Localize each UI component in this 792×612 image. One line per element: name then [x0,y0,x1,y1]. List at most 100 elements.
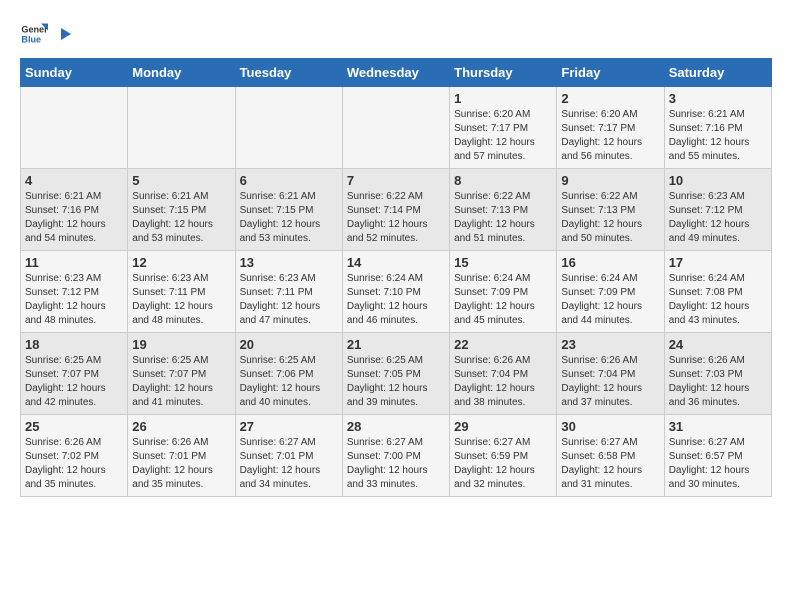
calendar-week-3: 11Sunrise: 6:23 AM Sunset: 7:12 PM Dayli… [21,251,772,333]
calendar-week-5: 25 Sunrise: 6:26 AM Sunset: 7:02 PM Dayli… [21,415,772,497]
calendar-cell: 9Sunrise: 6:22 AM Sunset: 7:13 PM Daylig… [557,169,664,251]
calendar-cell: 20 Sunrise: 6:25 AM Sunset: 7:06 PM Dayli… [235,333,342,415]
calendar-cell [21,87,128,169]
day-number: 31 [669,419,767,434]
day-number: 28 [347,419,445,434]
calendar-cell [342,87,449,169]
calendar-cell: 17Sunrise: 6:24 AM Sunset: 7:08 PM Dayli… [664,251,771,333]
day-number: 20 [240,337,338,352]
day-info: Sunrise: 6:25 AM Sunset: 7:07 PM Dayligh… [25,354,123,410]
calendar-cell: 14Sunrise: 6:24 AM Sunset: 7:10 PM Dayli… [342,251,449,333]
day-info: Sunrise: 6:23 AM Sunset: 7:12 PM Dayligh… [25,272,123,328]
calendar-week-1: 1Sunrise: 6:20 AM Sunset: 7:17 PM Daylig… [21,87,772,169]
calendar-cell: 11Sunrise: 6:23 AM Sunset: 7:12 PM Dayli… [21,251,128,333]
day-number: 13 [240,255,338,270]
day-info: Sunrise: 6:26 AM Sunset: 7:04 PM Dayligh… [561,354,659,410]
day-info: Sunrise: 6:22 AM Sunset: 7:13 PM Dayligh… [561,190,659,246]
header-day-saturday: Saturday [664,59,771,87]
day-number: 7 [347,173,445,188]
day-info: Sunrise: 6:27 AM Sunset: 7:01 PM Dayligh… [240,436,338,492]
day-number: 22 [454,337,552,352]
calendar-cell: 12Sunrise: 6:23 AM Sunset: 7:11 PM Dayli… [128,251,235,333]
day-info: Sunrise: 6:23 AM Sunset: 7:12 PM Dayligh… [669,190,767,246]
day-number: 24 [669,337,767,352]
day-number: 26 [132,419,230,434]
calendar-cell: 6 Sunrise: 6:21 AM Sunset: 7:15 PM Daylig… [235,169,342,251]
day-number: 27 [240,419,338,434]
calendar-cell: 10 Sunrise: 6:23 AM Sunset: 7:12 PM Dayli… [664,169,771,251]
calendar-cell: 8 Sunrise: 6:22 AM Sunset: 7:13 PM Daylig… [450,169,557,251]
calendar-cell: 25 Sunrise: 6:26 AM Sunset: 7:02 PM Dayli… [21,415,128,497]
calendar-cell: 27 Sunrise: 6:27 AM Sunset: 7:01 PM Dayli… [235,415,342,497]
day-number: 5 [132,173,230,188]
day-info: Sunrise: 6:27 AM Sunset: 6:58 PM Dayligh… [561,436,659,492]
day-info: Sunrise: 6:20 AM Sunset: 7:17 PM Dayligh… [454,108,552,164]
day-number: 23 [561,337,659,352]
header-row: SundayMondayTuesdayWednesdayThursdayFrid… [21,59,772,87]
day-info: Sunrise: 6:27 AM Sunset: 6:59 PM Dayligh… [454,436,552,492]
calendar-week-2: 4 Sunrise: 6:21 AM Sunset: 7:16 PM Daylig… [21,169,772,251]
calendar-cell: 4 Sunrise: 6:21 AM Sunset: 7:16 PM Daylig… [21,169,128,251]
day-info: Sunrise: 6:21 AM Sunset: 7:16 PM Dayligh… [669,108,767,164]
day-number: 2 [561,91,659,106]
day-info: Sunrise: 6:21 AM Sunset: 7:15 PM Dayligh… [240,190,338,246]
day-number: 15 [454,255,552,270]
day-info: Sunrise: 6:23 AM Sunset: 7:11 PM Dayligh… [132,272,230,328]
day-number: 4 [25,173,123,188]
day-number: 6 [240,173,338,188]
calendar-cell: 31 Sunrise: 6:27 AM Sunset: 6:57 PM Dayli… [664,415,771,497]
day-info: Sunrise: 6:25 AM Sunset: 7:05 PM Dayligh… [347,354,445,410]
calendar-cell: 28 Sunrise: 6:27 AM Sunset: 7:00 PM Dayli… [342,415,449,497]
day-number: 8 [454,173,552,188]
day-number: 10 [669,173,767,188]
header-day-monday: Monday [128,59,235,87]
day-number: 25 [25,419,123,434]
svg-text:Blue: Blue [21,34,41,44]
calendar-cell: 30 Sunrise: 6:27 AM Sunset: 6:58 PM Dayli… [557,415,664,497]
day-info: Sunrise: 6:22 AM Sunset: 7:14 PM Dayligh… [347,190,445,246]
day-info: Sunrise: 6:21 AM Sunset: 7:16 PM Dayligh… [25,190,123,246]
day-info: Sunrise: 6:27 AM Sunset: 7:00 PM Dayligh… [347,436,445,492]
day-number: 30 [561,419,659,434]
calendar-cell: 19 Sunrise: 6:25 AM Sunset: 7:07 PM Dayli… [128,333,235,415]
calendar-table: SundayMondayTuesdayWednesdayThursdayFrid… [20,58,772,497]
calendar-cell: 3Sunrise: 6:21 AM Sunset: 7:16 PM Daylig… [664,87,771,169]
day-number: 21 [347,337,445,352]
day-number: 18 [25,337,123,352]
day-info: Sunrise: 6:21 AM Sunset: 7:15 PM Dayligh… [132,190,230,246]
day-number: 16 [561,255,659,270]
day-info: Sunrise: 6:22 AM Sunset: 7:13 PM Dayligh… [454,190,552,246]
header-day-tuesday: Tuesday [235,59,342,87]
calendar-cell: 18 Sunrise: 6:25 AM Sunset: 7:07 PM Dayli… [21,333,128,415]
day-info: Sunrise: 6:24 AM Sunset: 7:09 PM Dayligh… [561,272,659,328]
calendar-cell: 1Sunrise: 6:20 AM Sunset: 7:17 PM Daylig… [450,87,557,169]
calendar-cell: 29 Sunrise: 6:27 AM Sunset: 6:59 PM Dayli… [450,415,557,497]
calendar-cell: 22 Sunrise: 6:26 AM Sunset: 7:04 PM Dayli… [450,333,557,415]
logo: General Blue [20,20,73,48]
header-day-thursday: Thursday [450,59,557,87]
calendar-cell: 13 Sunrise: 6:23 AM Sunset: 7:11 PM Dayli… [235,251,342,333]
header-day-wednesday: Wednesday [342,59,449,87]
calendar-body: 1Sunrise: 6:20 AM Sunset: 7:17 PM Daylig… [21,87,772,497]
calendar-week-4: 18 Sunrise: 6:25 AM Sunset: 7:07 PM Dayli… [21,333,772,415]
day-info: Sunrise: 6:26 AM Sunset: 7:04 PM Dayligh… [454,354,552,410]
calendar-cell: 21 Sunrise: 6:25 AM Sunset: 7:05 PM Dayli… [342,333,449,415]
day-info: Sunrise: 6:26 AM Sunset: 7:01 PM Dayligh… [132,436,230,492]
calendar-header: SundayMondayTuesdayWednesdayThursdayFrid… [21,59,772,87]
day-info: Sunrise: 6:23 AM Sunset: 7:11 PM Dayligh… [240,272,338,328]
header-day-sunday: Sunday [21,59,128,87]
day-number: 19 [132,337,230,352]
day-info: Sunrise: 6:25 AM Sunset: 7:07 PM Dayligh… [132,354,230,410]
day-info: Sunrise: 6:25 AM Sunset: 7:06 PM Dayligh… [240,354,338,410]
calendar-cell [128,87,235,169]
day-info: Sunrise: 6:26 AM Sunset: 7:03 PM Dayligh… [669,354,767,410]
day-info: Sunrise: 6:20 AM Sunset: 7:17 PM Dayligh… [561,108,659,164]
logo-arrow-icon [53,26,73,42]
calendar-cell: 23 Sunrise: 6:26 AM Sunset: 7:04 PM Dayli… [557,333,664,415]
day-info: Sunrise: 6:27 AM Sunset: 6:57 PM Dayligh… [669,436,767,492]
day-number: 17 [669,255,767,270]
calendar-cell: 26 Sunrise: 6:26 AM Sunset: 7:01 PM Dayli… [128,415,235,497]
day-number: 29 [454,419,552,434]
day-info: Sunrise: 6:26 AM Sunset: 7:02 PM Dayligh… [25,436,123,492]
calendar-cell [235,87,342,169]
